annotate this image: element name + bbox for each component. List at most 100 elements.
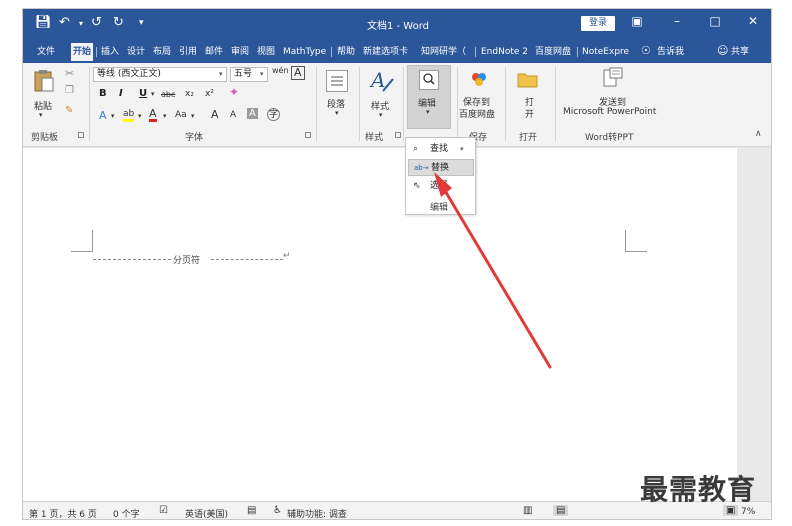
font-color-button[interactable]: A bbox=[149, 108, 157, 122]
language-indicator[interactable]: 英语(美国) bbox=[185, 507, 228, 519]
document-page[interactable]: 分页符 ↵ bbox=[23, 148, 737, 501]
page-count[interactable]: 第 1 页，共 6 页 bbox=[29, 507, 97, 519]
font-size-dropdown-icon[interactable]: ▾ bbox=[260, 70, 264, 78]
tab-noteexpress[interactable]: NoteExpre bbox=[580, 43, 631, 61]
text-effects-dropdown-icon[interactable]: ▾ bbox=[111, 112, 115, 120]
tab-help[interactable]: 帮助 bbox=[335, 43, 357, 61]
save-baidu-line2[interactable]: 百度网盘 bbox=[459, 107, 495, 120]
zoom-level[interactable]: 7% bbox=[741, 507, 755, 517]
refresh-icon[interactable]: ↻ bbox=[113, 15, 124, 30]
clear-formatting-icon[interactable]: ✦ bbox=[229, 85, 239, 99]
paste-icon[interactable] bbox=[33, 69, 55, 93]
save-icon[interactable]: 💾︎ bbox=[35, 15, 52, 30]
text-effects-button[interactable]: A bbox=[99, 109, 107, 122]
find-label: 查找 bbox=[430, 144, 449, 154]
word-count[interactable]: 0 个字 bbox=[113, 507, 140, 519]
font-name-dropdown-icon[interactable]: ▾ bbox=[219, 70, 223, 78]
open-folder-icon[interactable] bbox=[517, 71, 539, 89]
close-icon[interactable]: ✕ bbox=[743, 14, 763, 28]
svg-text:A: A bbox=[369, 68, 385, 92]
document-area: 分页符 ↵ bbox=[23, 148, 771, 501]
tab-view[interactable]: 视图 bbox=[255, 43, 277, 61]
character-shading-button[interactable]: A bbox=[247, 108, 258, 119]
tab-design[interactable]: 设计 bbox=[125, 43, 147, 61]
font-launcher-icon[interactable] bbox=[305, 132, 311, 138]
redo-icon[interactable]: ↺ bbox=[91, 15, 102, 30]
strikethrough-button[interactable]: abc bbox=[161, 90, 175, 99]
customize-icon[interactable]: ▾ bbox=[139, 18, 144, 28]
read-mode-icon[interactable]: ▥ bbox=[523, 505, 532, 516]
highlight-button[interactable]: ab bbox=[123, 109, 135, 122]
tab-references[interactable]: 引用 bbox=[177, 43, 199, 61]
send-ppt-line2[interactable]: Microsoft PowerPoint bbox=[563, 107, 656, 117]
tell-me-box[interactable]: 告诉我 bbox=[655, 43, 686, 61]
tab-review[interactable]: 审阅 bbox=[229, 43, 251, 61]
tab-baidu[interactable]: 百度网盘 bbox=[533, 43, 573, 61]
phonetic-guide-icon[interactable]: wén bbox=[272, 66, 289, 75]
vertical-scrollbar[interactable] bbox=[737, 148, 771, 501]
paste-label[interactable]: 粘贴 bbox=[34, 99, 52, 112]
proofing-icon[interactable]: ☑ bbox=[159, 505, 168, 516]
accessibility-icon[interactable]: ♿ bbox=[273, 505, 282, 516]
subscript-button[interactable]: x₂ bbox=[185, 89, 194, 99]
replace-menu-item[interactable]: ab→ 替换 bbox=[408, 159, 474, 176]
minimize-icon[interactable]: – bbox=[667, 14, 687, 28]
baidu-cloud-icon[interactable] bbox=[469, 69, 489, 89]
select-menu-item[interactable]: ⇖ 选择 bbox=[408, 178, 474, 195]
enclose-characters-button[interactable]: 字 bbox=[267, 108, 280, 121]
lightbulb-icon[interactable]: ☉ bbox=[639, 42, 653, 60]
cut-icon[interactable]: ✂ bbox=[65, 67, 74, 80]
login-button[interactable]: 登录 bbox=[581, 16, 615, 31]
macro-icon[interactable]: ▤ bbox=[247, 505, 256, 516]
paragraph-icon[interactable] bbox=[326, 70, 348, 92]
tab-layout[interactable]: 布局 bbox=[151, 43, 173, 61]
italic-button[interactable]: I bbox=[119, 88, 123, 99]
print-layout-icon[interactable]: ▤ bbox=[553, 505, 569, 516]
superscript-button[interactable]: x² bbox=[205, 89, 214, 99]
dropdown-group-label: 编辑 bbox=[430, 203, 449, 213]
tab-separator bbox=[331, 47, 332, 57]
tab-home[interactable]: 开始 bbox=[71, 43, 94, 61]
watermark-text: 最需教育 bbox=[640, 473, 757, 506]
tab-insert[interactable]: 插入 bbox=[99, 43, 121, 61]
font-color-dropdown-icon[interactable]: ▾ bbox=[163, 112, 167, 120]
send-to-ppt-icon[interactable] bbox=[601, 67, 625, 91]
tab-mailings[interactable]: 邮件 bbox=[203, 43, 225, 61]
tab-cnki[interactable]: 知网研学（ bbox=[419, 43, 468, 61]
collapse-ribbon-icon[interactable]: ∧ bbox=[755, 129, 762, 139]
clipboard-launcher-icon[interactable] bbox=[78, 132, 84, 138]
styles-icon[interactable]: A bbox=[369, 67, 395, 95]
paragraph-mark: ↵ bbox=[283, 251, 291, 261]
underline-dropdown-icon[interactable]: ▾ bbox=[151, 90, 155, 98]
crop-mark bbox=[625, 230, 647, 252]
character-border-icon[interactable]: A bbox=[291, 66, 305, 80]
font-name-select[interactable]: 等线 (西文正文) bbox=[93, 67, 227, 82]
shrink-font-button[interactable]: A bbox=[230, 110, 236, 120]
undo-icon[interactable]: ↶ bbox=[59, 15, 70, 30]
tab-endnote[interactable]: EndNote 2 bbox=[479, 43, 530, 61]
paragraph-dropdown-icon[interactable]: ▾ bbox=[335, 109, 339, 117]
find-dropdown-icon[interactable]: ▾ bbox=[460, 141, 464, 158]
format-painter-icon[interactable]: ✎ bbox=[65, 105, 73, 116]
copy-icon[interactable]: ❐ bbox=[65, 85, 74, 96]
bold-button[interactable]: B bbox=[99, 88, 107, 99]
ribbon-display-icon[interactable]: ▣ bbox=[627, 14, 647, 28]
tab-new-tab[interactable]: 新建选项卡 bbox=[361, 43, 410, 61]
maximize-icon[interactable]: □ bbox=[705, 14, 725, 28]
styles-dropdown-icon[interactable]: ▾ bbox=[379, 111, 383, 119]
change-case-button[interactable]: Aa bbox=[175, 110, 187, 120]
underline-button[interactable]: U bbox=[139, 88, 147, 99]
accessibility-status[interactable]: 辅助功能: 调查 bbox=[287, 507, 347, 519]
tab-file[interactable]: 文件 bbox=[35, 43, 57, 61]
styles-launcher-icon[interactable] bbox=[395, 132, 401, 138]
grow-font-button[interactable]: A bbox=[211, 108, 219, 121]
editing-button[interactable]: 编辑 ▾ bbox=[407, 65, 451, 129]
undo-dropdown-icon[interactable]: ▾ bbox=[79, 19, 83, 28]
share-button[interactable]: 共享 bbox=[729, 43, 751, 61]
tab-mathtype[interactable]: MathType bbox=[281, 43, 328, 61]
find-menu-item[interactable]: ⌕ 查找 ▾ bbox=[408, 141, 474, 158]
highlight-dropdown-icon[interactable]: ▾ bbox=[138, 112, 142, 120]
paste-dropdown-icon[interactable]: ▾ bbox=[39, 111, 43, 119]
change-case-dropdown-icon[interactable]: ▾ bbox=[191, 112, 195, 120]
open-line2[interactable]: 开 bbox=[525, 107, 534, 120]
